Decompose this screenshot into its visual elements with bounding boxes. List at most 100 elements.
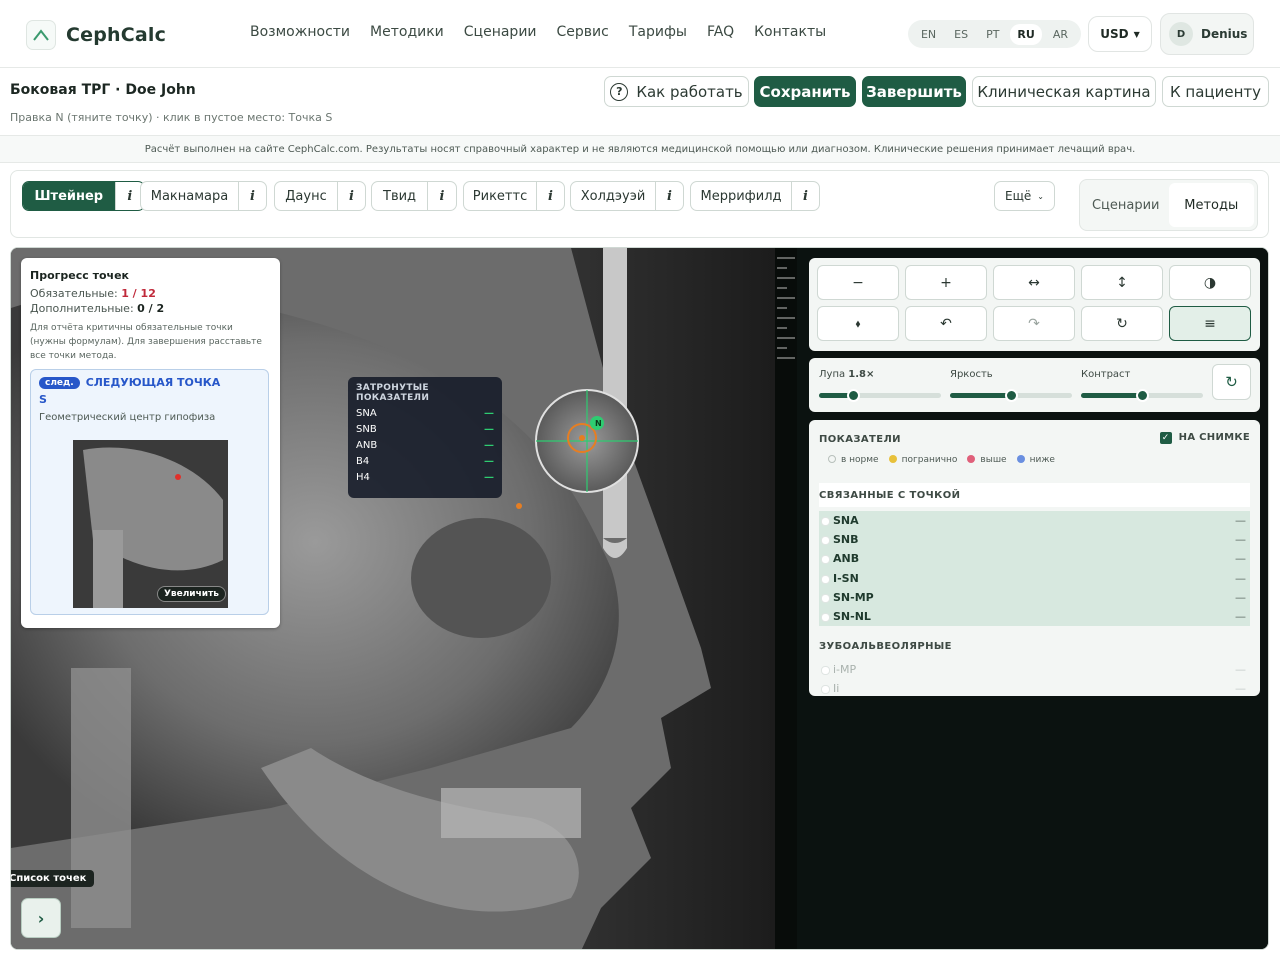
info-icon[interactable]: i — [791, 182, 819, 210]
reset-adjustments-button[interactable]: ↻ — [1212, 364, 1251, 400]
brand-logo[interactable]: CephCalc — [26, 20, 166, 50]
required-value: 1 / 12 — [121, 287, 156, 300]
method-merrifield[interactable]: Меррифилд i — [690, 181, 820, 211]
tab-methods[interactable]: Методы — [1168, 183, 1254, 227]
lang-ru[interactable]: RU — [1010, 23, 1042, 45]
reference-thumbnail[interactable]: Увеличить — [73, 440, 228, 608]
method-label[interactable]: Даунс — [275, 182, 337, 210]
nav-link-pricing[interactable]: Тарифы — [629, 24, 687, 40]
indicator-row[interactable]: SN-MP — — [819, 587, 1250, 607]
slider-fill — [1081, 393, 1142, 398]
next-point-heading: СЛЕДУЮЩАЯ ТОЧКА — [85, 376, 221, 389]
method-label[interactable]: Рикеттс — [464, 182, 536, 210]
magnifier-value: 1.8× — [848, 369, 875, 380]
slider-handle[interactable] — [1005, 389, 1018, 402]
lang-es[interactable]: ES — [947, 24, 975, 45]
info-icon[interactable]: i — [427, 182, 456, 210]
slider-handle[interactable] — [1136, 389, 1149, 402]
indicator-row[interactable]: Ii — — [819, 679, 1250, 698]
enlarge-button[interactable]: Увеличить — [156, 586, 226, 602]
indicators-title: ПОКАЗАТЕЛИ — [819, 434, 901, 445]
method-label[interactable]: Макнамара — [141, 182, 238, 210]
finish-button[interactable]: Завершить — [862, 76, 966, 107]
redo-button[interactable]: ↷ — [993, 306, 1075, 341]
dental-section-title: ЗУБОАЛЬВЕОЛЯРНЫЕ — [819, 640, 952, 652]
indicator-row[interactable]: I-SN — — [819, 568, 1250, 588]
lang-pt[interactable]: PT — [979, 24, 1006, 45]
method-ricketts[interactable]: Рикеттс i — [463, 181, 565, 211]
legend-borderline: погранично — [888, 455, 957, 465]
right-panel: − + ↔ ↕ ◑ ⬧ ↶ ↷ ↻ ≡ Лупа 1.8× Яркость Ко… — [797, 248, 1268, 949]
how-it-works-button[interactable]: ? Как работать — [604, 76, 749, 107]
on-image-toggle[interactable]: ✓ НА СНИМКЕ — [1159, 431, 1250, 444]
mode-segmented-control: Сценарии Методы — [1079, 179, 1258, 231]
indicator-row[interactable]: ANB — — [819, 549, 1250, 569]
brightness-slider[interactable] — [950, 389, 1072, 402]
method-downs[interactable]: Даунс i — [274, 181, 366, 211]
checkbox-checked-icon[interactable]: ✓ — [1159, 431, 1172, 444]
nav-link-features[interactable]: Возможности — [250, 24, 350, 40]
slider-handle[interactable] — [847, 389, 861, 402]
nav-link-service[interactable]: Сервис — [557, 24, 609, 40]
required-label: Обязательные: — [30, 287, 118, 300]
zoom-out-button[interactable]: − — [817, 265, 899, 300]
reset-view-button[interactable]: ↻ — [1081, 306, 1163, 341]
contrast-slider[interactable] — [1081, 389, 1203, 402]
more-methods-button[interactable]: Ещё ⌄ — [994, 181, 1055, 211]
method-label[interactable]: Меррифилд — [691, 182, 791, 210]
lang-ar[interactable]: AR — [1046, 24, 1075, 45]
invert-contrast-button[interactable]: ◑ — [1169, 265, 1251, 300]
next-point-box: след. СЛЕДУЮЩАЯ ТОЧКА S Геометрический ц… — [30, 369, 269, 615]
more-label: Ещё — [1005, 189, 1032, 203]
flip-horizontal-button[interactable]: ↔ — [993, 265, 1075, 300]
lang-en[interactable]: EN — [914, 24, 943, 45]
zoom-in-button[interactable]: + — [905, 265, 987, 300]
info-icon[interactable]: i — [536, 182, 564, 210]
required-points: Обязательные: 1 / 12 — [30, 287, 271, 300]
legend-dot — [1016, 455, 1025, 463]
settings-toggle-button[interactable]: ≡ — [1169, 306, 1251, 341]
method-steiner[interactable]: Штейнер i — [22, 181, 145, 211]
affected-indicators-panel: ЗАТРОНУТЫЕ ПОКАЗАТЕЛИ SNA — SNB — ANB — B4—… — [348, 377, 502, 498]
method-label[interactable]: Холдэуэй — [571, 182, 655, 210]
method-toolbar: Штейнер i Макнамара i Даунс i Твид i Рик… — [10, 170, 1269, 238]
brightness-label: Яркость — [950, 369, 993, 380]
method-label[interactable]: Штейнер — [23, 182, 115, 210]
move-tool-button[interactable]: ⬧ — [817, 306, 899, 341]
nav-link-contacts[interactable]: Контакты — [754, 24, 826, 40]
indicator-row[interactable]: i-MP — — [819, 660, 1250, 679]
save-button[interactable]: Сохранить — [754, 76, 856, 107]
legend-dot — [967, 455, 976, 463]
method-tweed[interactable]: Твид i — [371, 181, 457, 211]
currency-select[interactable]: USD ▼ — [1088, 16, 1152, 52]
method-label[interactable]: Твид — [372, 182, 427, 210]
optional-points: Дополнительные: 0 / 2 — [30, 302, 271, 315]
info-icon[interactable]: i — [655, 182, 683, 210]
point-marker-label: N — [595, 419, 602, 428]
info-icon[interactable]: i — [238, 182, 266, 210]
indicator-row[interactable]: SN-NL — — [819, 606, 1250, 627]
magnifier-slider[interactable] — [819, 389, 941, 402]
undo-button[interactable]: ↶ — [905, 306, 987, 341]
language-switcher: EN ES PT RU AR — [908, 20, 1081, 48]
nav-link-scenarios[interactable]: Сценарии — [464, 24, 537, 40]
point-list-tooltip: Список точек — [11, 870, 95, 887]
currency-value: USD — [1100, 27, 1129, 41]
point-list-toggle[interactable]: › — [21, 898, 61, 938]
nav-link-methods[interactable]: Методики — [370, 24, 444, 40]
question-icon: ? — [610, 82, 629, 101]
method-holdaway[interactable]: Холдэуэй i — [570, 181, 684, 211]
clinical-picture-button[interactable]: Клиническая картина — [972, 76, 1156, 107]
indicator-row[interactable]: SNA — — [819, 511, 1250, 531]
tab-scenarios[interactable]: Сценарии — [1083, 183, 1169, 227]
nav-link-faq[interactable]: FAQ — [707, 24, 734, 40]
to-patient-button[interactable]: К пациенту — [1162, 76, 1269, 107]
legend-dot — [888, 455, 897, 463]
method-mcnamara[interactable]: Макнамара i — [140, 181, 267, 211]
points-progress-card: Прогресс точек Обязательные: 1 / 12 Допо… — [21, 258, 280, 628]
info-icon[interactable]: i — [337, 182, 365, 210]
flip-vertical-button[interactable]: ↕ — [1081, 265, 1163, 300]
user-menu[interactable]: D Denius — [1160, 13, 1254, 55]
indicator-row[interactable]: SNB — — [819, 530, 1250, 550]
edit-hint: Правка N (тяните точку) · клик в пустое … — [10, 111, 333, 124]
